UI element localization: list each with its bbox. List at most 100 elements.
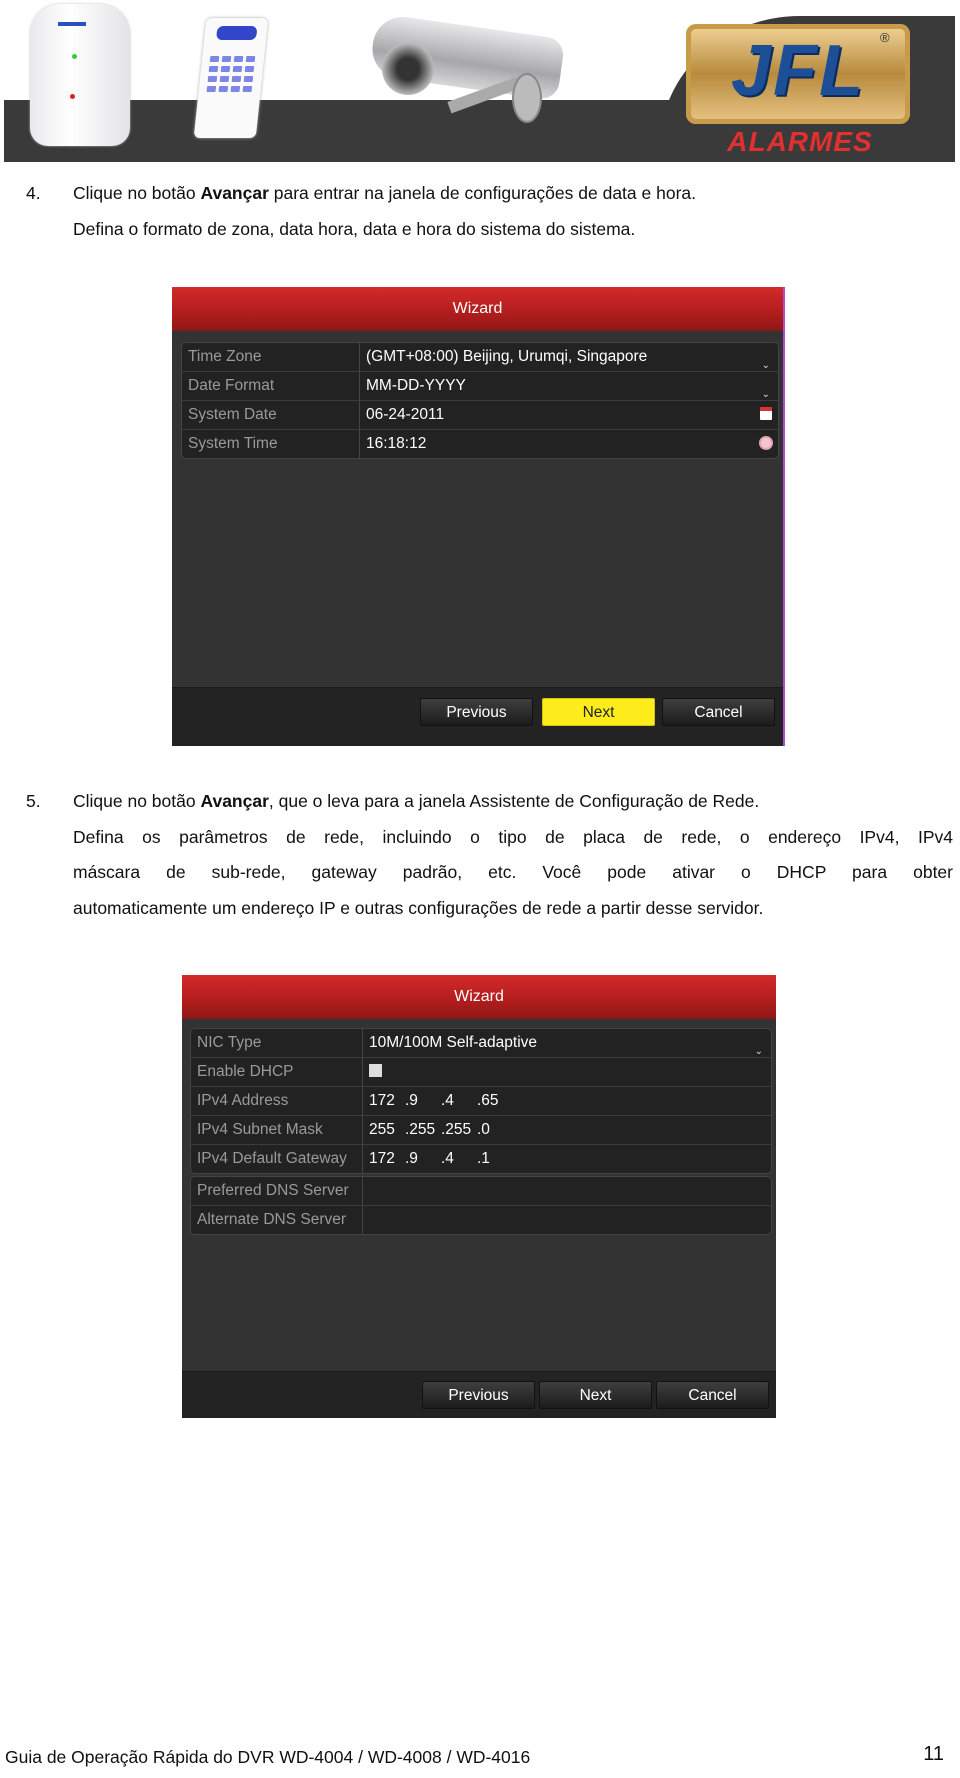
sensor-band: [58, 22, 86, 26]
ip-octet: 172: [369, 1092, 395, 1109]
camera-mount: [512, 73, 542, 123]
step-5-bold: Avançar: [200, 791, 269, 811]
ip-octet: 172: [369, 1150, 395, 1167]
subnet-mask-row: IPv4 Subnet Mask 255 .255 .255 .0: [191, 1116, 771, 1145]
date-format-label: Date Format: [182, 372, 360, 400]
camera-lens: [382, 43, 434, 95]
step-4-paragraph: Clique no botão Avançar para entrar na j…: [73, 176, 943, 247]
date-format-value: MM-DD-YYYY: [366, 377, 466, 394]
step-5-line-1: Clique no botão Avançar, que o leva para…: [73, 784, 953, 820]
ip-octet: .65: [477, 1092, 499, 1109]
network-settings-table: NIC Type 10M/100M Self-adaptive ⌄ Enable …: [190, 1028, 772, 1174]
wizard-network-window: Wizard NIC Type 10M/100M Self-adaptive ⌄ …: [182, 975, 776, 1418]
previous-button[interactable]: Previous: [422, 1381, 535, 1409]
nic-type-label: NIC Type: [191, 1029, 363, 1057]
step-5-text-before: Clique no botão: [73, 791, 201, 811]
default-gateway-input[interactable]: 172 .9 .4 .1: [363, 1145, 771, 1173]
wizard-title: Wizard: [172, 287, 783, 331]
ip-octet: .9: [405, 1150, 418, 1167]
preferred-dns-row: Preferred DNS Server: [191, 1177, 771, 1206]
alarm-keypad-image: [100, 10, 335, 145]
brand-logo: JFL: [686, 24, 910, 124]
system-date-input[interactable]: 06-24-2011: [360, 401, 778, 429]
dns-settings-table: Preferred DNS Server Alternate DNS Serve…: [190, 1176, 772, 1235]
keypad-keys: [206, 56, 257, 92]
date-format-select[interactable]: MM-DD-YYYY ⌄: [360, 372, 778, 400]
ip-octet: .0: [477, 1121, 490, 1138]
preferred-dns-label: Preferred DNS Server: [191, 1177, 363, 1205]
system-date-value: 06-24-2011: [366, 406, 445, 423]
enable-dhcp-checkbox[interactable]: [369, 1063, 382, 1077]
step-4-number: 4.: [26, 183, 41, 203]
step-5-text-after: , que o leva para a janela Assistente de…: [268, 791, 760, 811]
ip-octet: 255: [369, 1121, 395, 1138]
default-gateway-row: IPv4 Default Gateway 172 .9 .4 .1: [191, 1145, 771, 1173]
ip-octet: .255: [441, 1121, 472, 1138]
system-time-label: System Time: [182, 430, 360, 458]
time-zone-select[interactable]: (GMT+08:00) Beijing, Urumqi, Singapore ⌄: [360, 343, 778, 371]
time-zone-value: (GMT+08:00) Beijing, Urumqi, Singapore: [366, 348, 648, 365]
cancel-button[interactable]: Cancel: [656, 1381, 769, 1409]
enable-dhcp-label: Enable DHCP: [191, 1058, 363, 1086]
sensor-green-led: [72, 54, 77, 59]
default-gateway-label: IPv4 Default Gateway: [191, 1145, 363, 1173]
alternate-dns-input[interactable]: [363, 1206, 771, 1234]
system-time-row: System Time 16:18:12: [182, 430, 778, 458]
ip-octet: .4: [441, 1092, 454, 1109]
registered-mark: ®: [880, 30, 890, 45]
step-4-text-after: para entrar na janela de configurações d…: [268, 183, 696, 203]
ip-octet: .1: [477, 1150, 490, 1167]
step-5-paragraph: Clique no botão Avançar, que o leva para…: [73, 784, 953, 926]
ip-octet: .255: [405, 1121, 436, 1138]
step-4-text-before: Clique no botão: [73, 183, 201, 203]
ipv4-address-label: IPv4 Address: [191, 1087, 363, 1115]
step-5-line-3: máscara de sub-rede, gateway padrão, etc…: [73, 862, 953, 882]
nic-type-select[interactable]: 10M/100M Self-adaptive ⌄: [363, 1029, 771, 1057]
wizard-button-bar: Previous Next Cancel: [172, 687, 783, 746]
system-time-input[interactable]: 16:18:12: [360, 430, 778, 458]
cancel-button[interactable]: Cancel: [662, 698, 775, 726]
date-format-row: Date Format MM-DD-YYYY ⌄: [182, 372, 778, 401]
enable-dhcp-row: Enable DHCP: [191, 1058, 771, 1087]
brand-subtitle: ALARMES: [727, 126, 873, 157]
page-number: 11: [923, 1743, 944, 1765]
keypad-screen: [215, 26, 258, 40]
nic-type-row: NIC Type 10M/100M Self-adaptive ⌄: [191, 1029, 771, 1058]
ipv4-address-row: IPv4 Address 172 .9 .4 .65: [191, 1087, 771, 1116]
ip-octet: .9: [405, 1092, 418, 1109]
calendar-icon[interactable]: [760, 407, 772, 420]
datetime-settings-table: Time Zone (GMT+08:00) Beijing, Urumqi, S…: [181, 342, 779, 459]
step-4-line-2: Defina o formato de zona, data hora, dat…: [73, 218, 636, 239]
time-zone-label: Time Zone: [182, 343, 360, 371]
wizard-button-bar: Previous Next Cancel: [182, 1371, 776, 1418]
system-date-label: System Date: [182, 401, 360, 429]
system-date-row: System Date 06-24-2011: [182, 401, 778, 430]
time-zone-row: Time Zone (GMT+08:00) Beijing, Urumqi, S…: [182, 343, 778, 372]
system-time-value: 16:18:12: [366, 435, 427, 452]
subnet-mask-label: IPv4 Subnet Mask: [191, 1116, 363, 1144]
ip-octet: .4: [441, 1150, 454, 1167]
enable-dhcp-cell: [363, 1058, 771, 1086]
previous-button[interactable]: Previous: [420, 698, 533, 726]
alternate-dns-row: Alternate DNS Server: [191, 1206, 771, 1234]
brand-logo-text: JFL: [730, 31, 865, 111]
keypad-body: [193, 18, 269, 138]
nic-type-value: 10M/100M Self-adaptive: [369, 1034, 538, 1051]
sensor-red-led: [70, 94, 75, 99]
step-5-line-2: Defina os parâmetros de rede, incluindo …: [73, 826, 953, 847]
step-5-line-4: automaticamente um endereço IP e outras …: [73, 897, 764, 918]
preferred-dns-input[interactable]: [363, 1177, 771, 1205]
document-footer-title: Guia de Operação Rápida do DVR WD-4004 /…: [5, 1747, 531, 1767]
wizard-datetime-window: Wizard Time Zone (GMT+08:00) Beijing, Ur…: [172, 287, 785, 746]
alternate-dns-label: Alternate DNS Server: [191, 1206, 363, 1234]
ipv4-address-input[interactable]: 172 .9 .4 .65: [363, 1087, 771, 1115]
next-button[interactable]: Next: [542, 698, 655, 726]
header-banner: JFL ® ALARMES: [0, 0, 960, 165]
next-button[interactable]: Next: [539, 1381, 652, 1409]
clock-icon[interactable]: [759, 436, 773, 450]
step-4-bold: Avançar: [200, 183, 269, 203]
wizard-title: Wizard: [182, 975, 776, 1019]
subnet-mask-input[interactable]: 255 .255 .255 .0: [363, 1116, 771, 1144]
security-camera-image: [368, 13, 572, 133]
step-5-number: 5.: [26, 791, 41, 811]
